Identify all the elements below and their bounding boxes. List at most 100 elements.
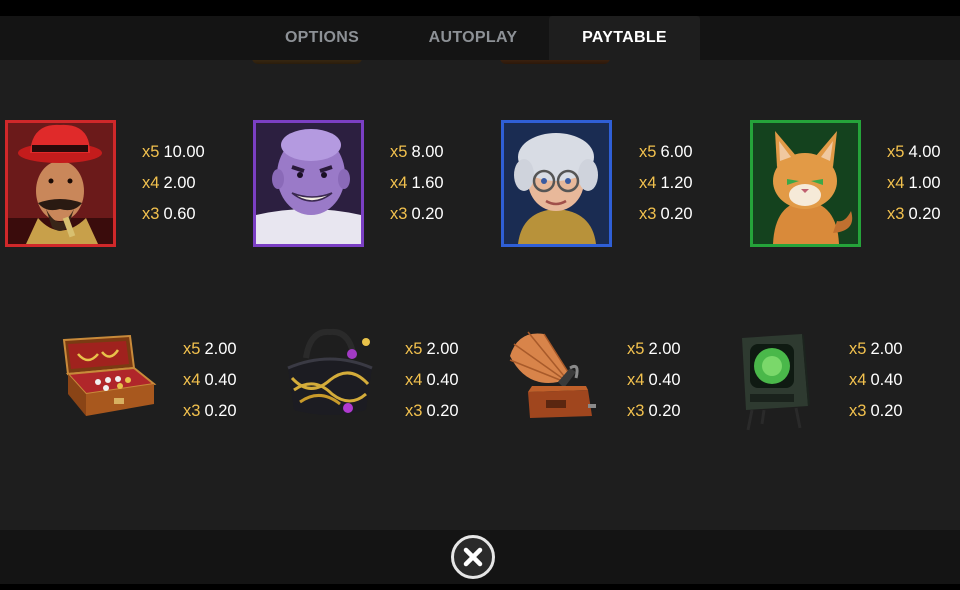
pay-row: x4 0.40	[627, 365, 681, 396]
pay-multiplier: x4	[627, 371, 645, 389]
handbag-icon	[287, 328, 373, 415]
pay-amount: 0.40	[426, 371, 459, 389]
tab-paytable[interactable]: PAYTABLE	[549, 16, 700, 60]
pay-amount: 0.20	[908, 205, 941, 223]
pay-multiplier: x3	[405, 402, 423, 420]
pay-multiplier: x4	[849, 371, 867, 389]
pay-row: x3 0.20	[639, 199, 693, 230]
pay-row: x4 0.40	[849, 365, 903, 396]
pay-row: x5 2.00	[183, 334, 237, 365]
pay-amount: 1.60	[411, 174, 444, 192]
pay-amount: 2.00	[648, 340, 681, 358]
jewelry-box-icon	[62, 334, 157, 416]
cat-symbol	[750, 120, 861, 247]
handbag-payouts: x5 2.00 x4 0.40 x3 0.20	[405, 334, 459, 427]
pay-amount: 2.00	[870, 340, 903, 358]
pay-row: x3 0.20	[627, 396, 681, 427]
pay-amount: 0.40	[870, 371, 903, 389]
television-symbol	[738, 332, 810, 432]
pay-amount: 4.00	[908, 143, 941, 161]
pay-multiplier: x3	[183, 402, 201, 420]
pay-multiplier: x3	[627, 402, 645, 420]
pay-multiplier: x3	[142, 205, 160, 223]
pay-row: x3 0.20	[405, 396, 459, 427]
cat-icon	[753, 123, 858, 244]
pay-row: x3 0.20	[183, 396, 237, 427]
pay-row: x5 4.00	[887, 137, 941, 168]
pay-amount: 10.00	[163, 143, 205, 161]
pay-multiplier: x4	[405, 371, 423, 389]
close-icon	[463, 547, 483, 567]
pay-multiplier: x4	[142, 174, 160, 192]
pay-multiplier: x5	[887, 143, 905, 161]
pay-row: x4 1.60	[390, 168, 444, 199]
pay-multiplier: x4	[183, 371, 201, 389]
pay-multiplier: x3	[887, 205, 905, 223]
detective-payouts: x5 10.00 x4 2.00 x3 0.60	[142, 137, 205, 230]
pay-multiplier: x5	[849, 340, 867, 358]
tab-autoplay[interactable]: AUTOPLAY	[402, 16, 544, 60]
pay-row: x5 10.00	[142, 137, 205, 168]
granny-payouts: x5 6.00 x4 1.20 x3 0.20	[639, 137, 693, 230]
handbag-symbol	[280, 328, 380, 423]
pay-row: x4 0.40	[405, 365, 459, 396]
granny-symbol	[501, 120, 612, 247]
jewelry-box-payouts: x5 2.00 x4 0.40 x3 0.20	[183, 334, 237, 427]
pay-row: x5 8.00	[390, 137, 444, 168]
pay-multiplier: x5	[627, 340, 645, 358]
cat-payouts: x5 4.00 x4 1.00 x3 0.20	[887, 137, 941, 230]
pay-multiplier: x3	[390, 205, 408, 223]
pay-row: x3 0.20	[849, 396, 903, 427]
detective-symbol	[5, 120, 116, 247]
pay-amount: 0.40	[648, 371, 681, 389]
pay-row: x5 6.00	[639, 137, 693, 168]
jewelry-box-symbol	[58, 332, 158, 422]
pay-amount: 1.00	[908, 174, 941, 192]
pay-amount: 6.00	[660, 143, 693, 161]
scrolled-symbol-edge	[500, 60, 610, 64]
thug-symbol	[253, 120, 364, 247]
thug-payouts: x5 8.00 x4 1.60 x3 0.20	[390, 137, 444, 230]
pay-multiplier: x3	[849, 402, 867, 420]
pay-amount: 0.20	[426, 402, 459, 420]
close-button[interactable]	[451, 535, 495, 579]
thug-icon	[256, 123, 361, 244]
pay-row: x4 2.00	[142, 168, 205, 199]
pay-amount: 2.00	[163, 174, 196, 192]
pay-row: x5 2.00	[627, 334, 681, 365]
pay-amount: 0.40	[204, 371, 237, 389]
pay-amount: 1.20	[660, 174, 693, 192]
granny-icon	[504, 123, 609, 244]
pay-amount: 2.00	[204, 340, 237, 358]
paytable-panel: x5 10.00 x4 2.00 x3 0.60 x5 8.00 x4 1.60 x3 0.…	[0, 60, 960, 530]
pay-multiplier: x5	[183, 340, 201, 358]
pay-amount: 0.60	[163, 205, 196, 223]
pay-amount: 2.00	[426, 340, 459, 358]
pay-amount: 0.20	[411, 205, 444, 223]
gramophone-payouts: x5 2.00 x4 0.40 x3 0.20	[627, 334, 681, 427]
pay-row: x4 1.00	[887, 168, 941, 199]
top-strip	[0, 0, 960, 16]
pay-amount: 0.20	[204, 402, 237, 420]
pay-multiplier: x4	[390, 174, 408, 192]
television-payouts: x5 2.00 x4 0.40 x3 0.20	[849, 334, 903, 427]
bottom-strip	[0, 584, 960, 590]
pay-row: x4 1.20	[639, 168, 693, 199]
gramophone-icon	[509, 331, 596, 418]
pay-row: x5 2.00	[405, 334, 459, 365]
pay-amount: 0.20	[648, 402, 681, 420]
tab-options[interactable]: OPTIONS	[252, 16, 392, 60]
pay-multiplier: x3	[639, 205, 657, 223]
scrolled-symbol-edge	[252, 60, 362, 64]
pay-multiplier: x5	[639, 143, 657, 161]
gramophone-symbol	[506, 328, 598, 426]
pay-amount: 0.20	[660, 205, 693, 223]
pay-row: x3 0.60	[142, 199, 205, 230]
pay-row: x5 2.00	[849, 334, 903, 365]
pay-row: x4 0.40	[183, 365, 237, 396]
pay-multiplier: x5	[142, 143, 160, 161]
pay-multiplier: x5	[390, 143, 408, 161]
pay-multiplier: x5	[405, 340, 423, 358]
pay-multiplier: x4	[639, 174, 657, 192]
pay-row: x3 0.20	[390, 199, 444, 230]
